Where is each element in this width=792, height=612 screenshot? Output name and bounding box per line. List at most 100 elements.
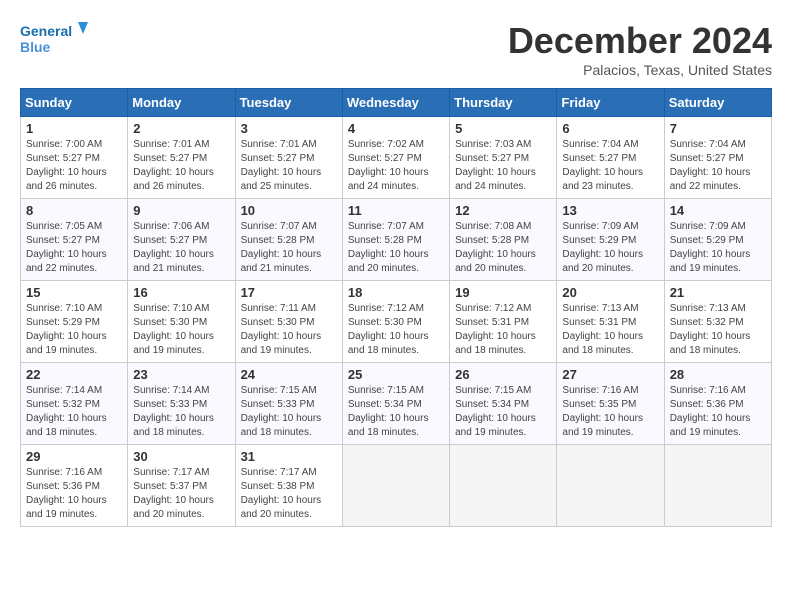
day-number: 30 — [133, 449, 229, 464]
svg-text:Blue: Blue — [20, 39, 51, 55]
col-header-thursday: Thursday — [450, 89, 557, 117]
day-info: Sunrise: 7:15 AM Sunset: 5:34 PM Dayligh… — [455, 384, 551, 440]
day-number: 24 — [241, 367, 337, 382]
day-number: 5 — [455, 121, 551, 136]
day-number: 11 — [348, 203, 444, 218]
logo-svg: General Blue — [20, 20, 90, 60]
calendar-cell: 18 Sunrise: 7:12 AM Sunset: 5:30 PM Dayli… — [342, 281, 449, 363]
day-info: Sunrise: 7:14 AM Sunset: 5:32 PM Dayligh… — [26, 384, 122, 440]
day-info: Sunrise: 7:06 AM Sunset: 5:27 PM Dayligh… — [133, 220, 229, 276]
day-number: 15 — [26, 285, 122, 300]
col-header-sunday: Sunday — [21, 89, 128, 117]
day-info: Sunrise: 7:15 AM Sunset: 5:33 PM Dayligh… — [241, 384, 337, 440]
calendar-cell: 17Sunrise: 7:11 AM Sunset: 5:30 PM Dayli… — [235, 281, 342, 363]
calendar-cell: 30Sunrise: 7:17 AM Sunset: 5:37 PM Dayli… — [128, 445, 235, 527]
svg-text:General: General — [20, 23, 72, 39]
calendar-cell: 6 Sunrise: 7:04 AM Sunset: 5:27 PM Daylig… — [557, 117, 664, 199]
calendar-cell: 27Sunrise: 7:16 AM Sunset: 5:35 PM Dayli… — [557, 363, 664, 445]
calendar-cell: 10Sunrise: 7:07 AM Sunset: 5:28 PM Dayli… — [235, 199, 342, 281]
calendar-table: SundayMondayTuesdayWednesdayThursdayFrid… — [20, 88, 772, 527]
day-info: Sunrise: 7:15 AM Sunset: 5:34 PM Dayligh… — [348, 384, 444, 440]
calendar-cell — [557, 445, 664, 527]
day-info: Sunrise: 7:07 AM Sunset: 5:28 PM Dayligh… — [348, 220, 444, 276]
day-info: Sunrise: 7:03 AM Sunset: 5:27 PM Dayligh… — [455, 138, 551, 194]
week-row-3: 15 Sunrise: 7:10 AM Sunset: 5:29 PM Dayli… — [21, 281, 772, 363]
calendar-cell: 31Sunrise: 7:17 AM Sunset: 5:38 PM Dayli… — [235, 445, 342, 527]
calendar-cell: 2 Sunrise: 7:01 AM Sunset: 5:27 PM Daylig… — [128, 117, 235, 199]
day-number: 22 — [26, 367, 122, 382]
col-header-saturday: Saturday — [664, 89, 771, 117]
day-info: Sunrise: 7:12 AM Sunset: 5:31 PM Dayligh… — [455, 302, 551, 358]
calendar-cell: 20 Sunrise: 7:13 AM Sunset: 5:31 PM Dayli… — [557, 281, 664, 363]
day-info: Sunrise: 7:13 AM Sunset: 5:31 PM Dayligh… — [562, 302, 658, 358]
day-number: 17 — [241, 285, 337, 300]
day-info: Sunrise: 7:04 AM Sunset: 5:27 PM Dayligh… — [670, 138, 766, 194]
day-number: 19 — [455, 285, 551, 300]
day-info: Sunrise: 7:02 AM Sunset: 5:27 PM Dayligh… — [348, 138, 444, 194]
day-number: 10 — [241, 203, 337, 218]
day-info: Sunrise: 7:09 AM Sunset: 5:29 PM Dayligh… — [562, 220, 658, 276]
day-number: 1 — [26, 121, 122, 136]
calendar-cell — [342, 445, 449, 527]
col-header-friday: Friday — [557, 89, 664, 117]
calendar-cell: 12 Sunrise: 7:08 AM Sunset: 5:28 PM Dayli… — [450, 199, 557, 281]
calendar-cell: 19 Sunrise: 7:12 AM Sunset: 5:31 PM Dayli… — [450, 281, 557, 363]
col-header-tuesday: Tuesday — [235, 89, 342, 117]
calendar-cell: 11 Sunrise: 7:07 AM Sunset: 5:28 PM Dayli… — [342, 199, 449, 281]
day-number: 16 — [133, 285, 229, 300]
calendar-cell: 7 Sunrise: 7:04 AM Sunset: 5:27 PM Daylig… — [664, 117, 771, 199]
day-number: 18 — [348, 285, 444, 300]
calendar-cell: 16Sunrise: 7:10 AM Sunset: 5:30 PM Dayli… — [128, 281, 235, 363]
day-number: 13 — [562, 203, 658, 218]
month-title: December 2024 — [508, 20, 772, 62]
calendar-cell: 13 Sunrise: 7:09 AM Sunset: 5:29 PM Dayli… — [557, 199, 664, 281]
logo: General Blue — [20, 20, 90, 60]
calendar-cell: 29 Sunrise: 7:16 AM Sunset: 5:36 PM Dayli… — [21, 445, 128, 527]
day-info: Sunrise: 7:01 AM Sunset: 5:27 PM Dayligh… — [133, 138, 229, 194]
week-row-2: 8 Sunrise: 7:05 AM Sunset: 5:27 PM Daylig… — [21, 199, 772, 281]
day-number: 6 — [562, 121, 658, 136]
day-number: 25 — [348, 367, 444, 382]
calendar-cell: 23 Sunrise: 7:14 AM Sunset: 5:33 PM Dayli… — [128, 363, 235, 445]
title-area: December 2024 Palacios, Texas, United St… — [508, 20, 772, 78]
day-info: Sunrise: 7:12 AM Sunset: 5:30 PM Dayligh… — [348, 302, 444, 358]
calendar-cell: 1Sunrise: 7:00 AM Sunset: 5:27 PM Daylig… — [21, 117, 128, 199]
calendar-cell: 9Sunrise: 7:06 AM Sunset: 5:27 PM Daylig… — [128, 199, 235, 281]
week-row-1: 1Sunrise: 7:00 AM Sunset: 5:27 PM Daylig… — [21, 117, 772, 199]
day-number: 29 — [26, 449, 122, 464]
day-number: 2 — [133, 121, 229, 136]
day-number: 12 — [455, 203, 551, 218]
day-info: Sunrise: 7:14 AM Sunset: 5:33 PM Dayligh… — [133, 384, 229, 440]
day-number: 20 — [562, 285, 658, 300]
day-info: Sunrise: 7:16 AM Sunset: 5:36 PM Dayligh… — [26, 466, 122, 522]
day-number: 27 — [562, 367, 658, 382]
calendar-cell: 5 Sunrise: 7:03 AM Sunset: 5:27 PM Daylig… — [450, 117, 557, 199]
calendar-cell: 22 Sunrise: 7:14 AM Sunset: 5:32 PM Dayli… — [21, 363, 128, 445]
day-info: Sunrise: 7:16 AM Sunset: 5:36 PM Dayligh… — [670, 384, 766, 440]
calendar-cell: 28Sunrise: 7:16 AM Sunset: 5:36 PM Dayli… — [664, 363, 771, 445]
calendar-cell — [664, 445, 771, 527]
day-info: Sunrise: 7:01 AM Sunset: 5:27 PM Dayligh… — [241, 138, 337, 194]
day-number: 23 — [133, 367, 229, 382]
day-info: Sunrise: 7:05 AM Sunset: 5:27 PM Dayligh… — [26, 220, 122, 276]
day-info: Sunrise: 7:04 AM Sunset: 5:27 PM Dayligh… — [562, 138, 658, 194]
calendar-cell: 4 Sunrise: 7:02 AM Sunset: 5:27 PM Daylig… — [342, 117, 449, 199]
day-info: Sunrise: 7:09 AM Sunset: 5:29 PM Dayligh… — [670, 220, 766, 276]
day-info: Sunrise: 7:10 AM Sunset: 5:29 PM Dayligh… — [26, 302, 122, 358]
header: General Blue December 2024 Palacios, Tex… — [20, 20, 772, 78]
day-number: 3 — [241, 121, 337, 136]
day-info: Sunrise: 7:17 AM Sunset: 5:38 PM Dayligh… — [241, 466, 337, 522]
day-number: 7 — [670, 121, 766, 136]
day-info: Sunrise: 7:08 AM Sunset: 5:28 PM Dayligh… — [455, 220, 551, 276]
calendar-cell: 24 Sunrise: 7:15 AM Sunset: 5:33 PM Dayli… — [235, 363, 342, 445]
calendar-cell: 26Sunrise: 7:15 AM Sunset: 5:34 PM Dayli… — [450, 363, 557, 445]
day-number: 4 — [348, 121, 444, 136]
day-info: Sunrise: 7:13 AM Sunset: 5:32 PM Dayligh… — [670, 302, 766, 358]
calendar-cell — [450, 445, 557, 527]
day-number: 8 — [26, 203, 122, 218]
col-header-wednesday: Wednesday — [342, 89, 449, 117]
col-header-monday: Monday — [128, 89, 235, 117]
calendar-cell: 25 Sunrise: 7:15 AM Sunset: 5:34 PM Dayli… — [342, 363, 449, 445]
week-row-5: 29 Sunrise: 7:16 AM Sunset: 5:36 PM Dayli… — [21, 445, 772, 527]
location: Palacios, Texas, United States — [508, 62, 772, 78]
